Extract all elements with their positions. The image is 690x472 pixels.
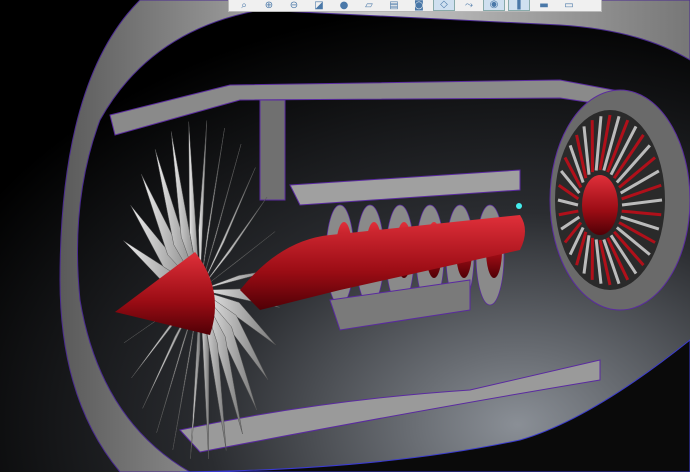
spin-center-marker (516, 203, 522, 209)
turbine (549, 89, 690, 311)
camera-icon[interactable]: ◙ (408, 0, 430, 11)
repaint-icon[interactable]: ◪ (308, 0, 330, 11)
3d-model-viewport[interactable] (0, 0, 690, 472)
view-manager-icon[interactable]: ▤ (383, 0, 405, 11)
more-icon[interactable]: ▭ (558, 0, 580, 11)
eye-icon[interactable]: ◉ (483, 0, 505, 11)
spin-center-icon[interactable]: ⤳ (458, 0, 480, 11)
zoom-out-icon[interactable]: ⊖ (283, 0, 305, 11)
zoom-fit-icon[interactable]: ⌕ (233, 0, 255, 11)
display-style-icon[interactable]: ● (333, 0, 355, 11)
layers-icon[interactable]: ▬ (533, 0, 555, 11)
view-toolbar: ⌕ ⊕ ⊖ ◪ ● ▱ ▤ ◙ ◇ ⤳ ◉ ❚ ▬ ▭ (228, 0, 602, 12)
annotation-icon[interactable]: ❚ (508, 0, 530, 11)
perspective-icon[interactable]: ◇ (433, 0, 455, 11)
saved-views-icon[interactable]: ▱ (358, 0, 380, 11)
zoom-in-icon[interactable]: ⊕ (258, 0, 280, 11)
